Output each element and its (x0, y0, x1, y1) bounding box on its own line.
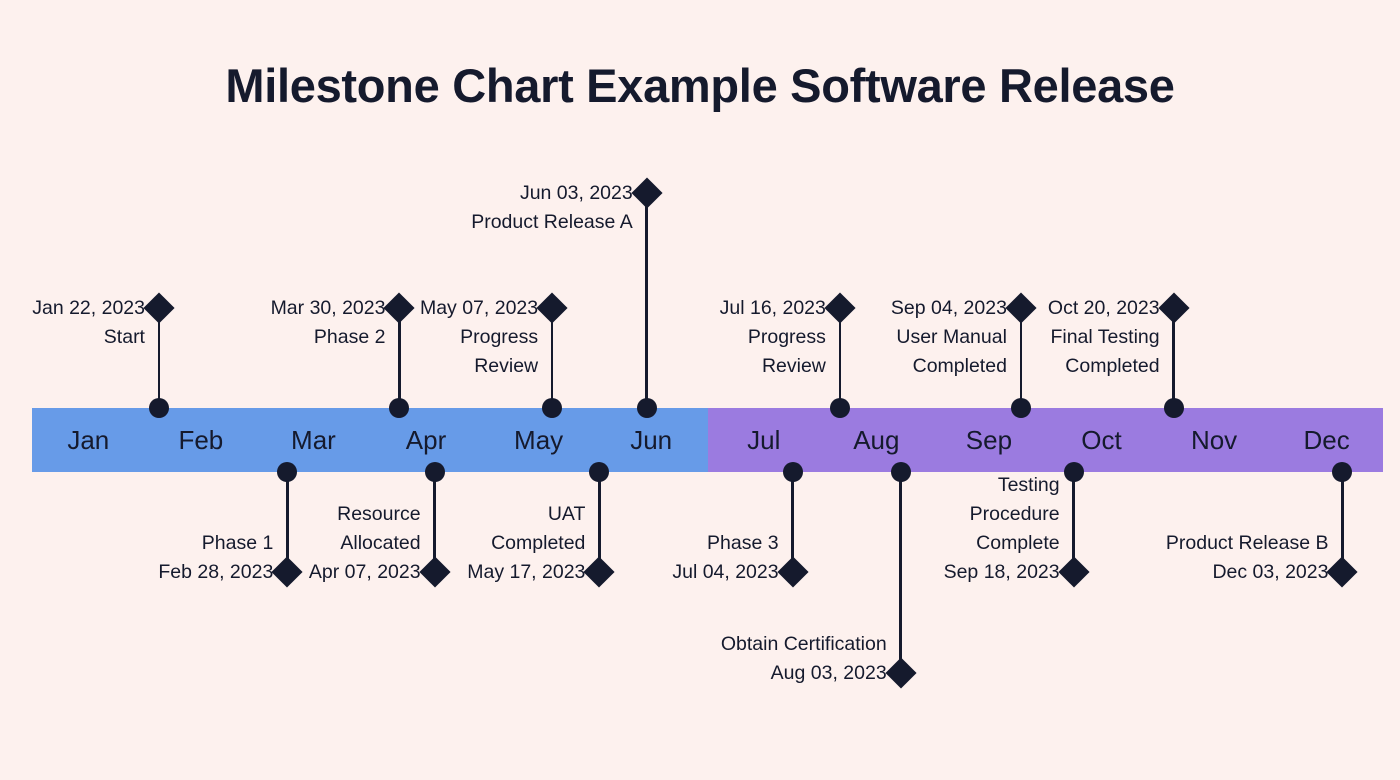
milestone-axis-dot (1163, 398, 1184, 418)
milestone-label: UAT Completed May 17, 2023 (467, 503, 586, 583)
milestone-diamond (271, 556, 303, 588)
milestone-diamond (1158, 292, 1190, 324)
milestone-diamond (824, 292, 856, 324)
milestone-label: Oct 20, 2023 Final Testing Completed (1047, 297, 1160, 377)
milestone-diamond (383, 292, 416, 324)
milestone-axis-dot (1063, 462, 1084, 482)
milestone-label: Mar 30, 2023 Phase 2 (270, 297, 386, 348)
milestone-axis-dot (829, 398, 850, 418)
milestone-axis-dot (542, 398, 563, 418)
milestone-label: May 07, 2023 Progress Review (419, 297, 539, 377)
milestone-label: Jul 16, 2023 Progress Review (719, 297, 826, 377)
milestone-axis-dot (589, 462, 610, 482)
milestone-stem (899, 472, 902, 673)
milestone-axis-dot (148, 398, 169, 418)
milestone-label: Phase 1 Feb 28, 2023 (158, 532, 274, 583)
milestone-label: Jan 22, 2023 Start (32, 297, 145, 348)
milestone-diamond (536, 292, 568, 324)
milestone-diamond (419, 556, 451, 588)
milestone-label: Sep 04, 2023 User Manual Completed (890, 297, 1007, 377)
milestone-stem (645, 193, 648, 408)
milestone-diamond (1005, 292, 1037, 324)
milestone-label: Jun 03, 2023 Product Release A (471, 182, 633, 233)
milestone-label: Phase 3 Jul 04, 2023 (672, 532, 779, 583)
timeline-bar (32, 408, 1383, 472)
milestone-axis-dot (1010, 398, 1031, 418)
milestone-label: Obtain Certification Aug 03, 2023 (720, 633, 887, 684)
timeline-segment-first-half (32, 408, 708, 472)
milestone-axis-dot (424, 462, 445, 482)
milestone-diamond (777, 556, 809, 588)
milestone-axis-dot (277, 462, 298, 482)
milestone-diamond (631, 177, 663, 209)
milestone-label: Resource Allocated Apr 07, 2023 (308, 503, 421, 583)
chart-title: Milestone Chart Example Software Release (225, 59, 1175, 112)
milestone-diamond (143, 292, 175, 324)
milestone-axis-dot (1332, 462, 1353, 482)
milestone-axis-dot (782, 462, 803, 482)
timeline-segment-second-half (707, 408, 1383, 472)
milestone-label: Product Release B Dec 03, 2023 (1165, 532, 1329, 583)
milestone-chart: Milestone Chart Example Software Release… (0, 0, 1400, 780)
milestone-axis-dot (890, 462, 911, 482)
milestone-label: Testing Procedure Complete Sep 18, 2023 (943, 474, 1060, 583)
milestone-diamond (583, 556, 615, 588)
milestone-diamond (1058, 556, 1090, 588)
milestone-axis-dot (636, 398, 657, 418)
milestone-diamond (885, 657, 917, 689)
milestone-diamond (1326, 556, 1359, 588)
